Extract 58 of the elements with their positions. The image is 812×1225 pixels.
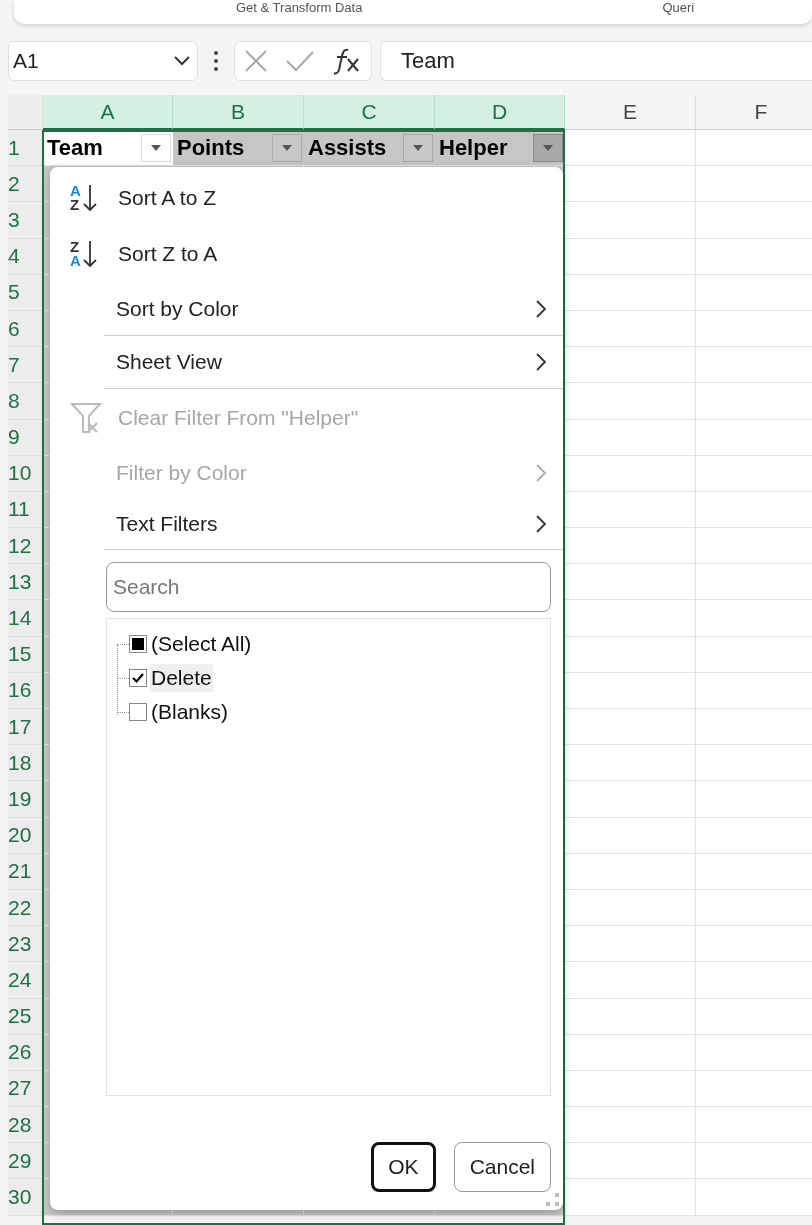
name-box[interactable]: A1 (8, 41, 198, 81)
header-text: Helper (439, 134, 508, 161)
search-field[interactable]: Search (106, 562, 551, 612)
triangle-down-icon (150, 143, 162, 152)
row-header[interactable]: 12 (8, 528, 43, 565)
row-header[interactable]: 17 (8, 709, 43, 746)
triangle-down-icon (281, 143, 293, 152)
triangle-down-icon (542, 143, 554, 152)
row-header[interactable]: 29 (8, 1143, 43, 1180)
ribbon-group-label: Queri (662, 1, 695, 15)
ok-button[interactable]: OK (371, 1142, 436, 1192)
list-item[interactable]: (Select All) (150, 630, 253, 658)
column-header[interactable]: C (304, 95, 435, 130)
row-header[interactable]: 14 (8, 600, 43, 637)
row-header[interactable]: 30 (8, 1179, 43, 1216)
column-header[interactable]: D (435, 95, 565, 130)
row-header[interactable]: 18 (8, 745, 43, 782)
checkbox[interactable] (129, 635, 147, 653)
filter-dropdown-button[interactable] (533, 133, 563, 162)
menu-item[interactable]: A Z Sort A to Z (50, 171, 563, 225)
chevron-right-icon (535, 352, 547, 372)
menu-item[interactable]: Sort by Color (50, 283, 563, 335)
checkmark-icon[interactable] (285, 49, 315, 73)
row-header[interactable]: 8 (8, 383, 43, 420)
chevron-right-icon (535, 514, 547, 534)
resize-grip-icon[interactable] (546, 1193, 560, 1207)
menu-item[interactable]: Sheet View (50, 336, 563, 388)
triangle-down-icon (412, 143, 424, 152)
column-header[interactable]: B (173, 95, 304, 130)
row-header[interactable]: 23 (8, 926, 43, 963)
column-header[interactable]: E (565, 95, 696, 130)
menu-item[interactable]: Z A Sort Z to A (50, 225, 563, 283)
chevron-down-icon (173, 55, 191, 67)
clear-filter-icon (70, 402, 102, 434)
filter-dropdown-button[interactable] (272, 133, 302, 162)
menu-item[interactable]: Text Filters (50, 499, 563, 549)
ribbon-group-label: Get & Transform Data (236, 1, 363, 15)
cancel-button[interactable]: Cancel (453, 1142, 551, 1192)
chevron-right-icon (535, 463, 547, 483)
checkbox[interactable] (129, 669, 147, 687)
filter-dropdown-button[interactable] (403, 133, 433, 162)
row-header[interactable]: 3 (8, 202, 43, 239)
row-header[interactable]: 19 (8, 781, 43, 818)
row-header[interactable]: 7 (8, 347, 43, 384)
row-header[interactable]: 2 (8, 166, 43, 203)
header-text: Assists (308, 134, 387, 161)
list-item[interactable]: Delete (150, 664, 213, 692)
row-header[interactable]: 24 (8, 962, 43, 999)
row-header[interactable]: 1 (8, 130, 43, 167)
list-item[interactable]: (Blanks) (150, 698, 230, 726)
header-text: Points (177, 134, 245, 161)
row-header[interactable]: 28 (8, 1107, 43, 1144)
formula-field[interactable]: Team (380, 41, 812, 81)
chevron-right-icon (535, 299, 547, 319)
checkbox[interactable] (129, 703, 147, 721)
row-header[interactable]: 13 (8, 564, 43, 601)
column-header[interactable]: A (43, 95, 173, 130)
header-text: Team (47, 134, 103, 161)
